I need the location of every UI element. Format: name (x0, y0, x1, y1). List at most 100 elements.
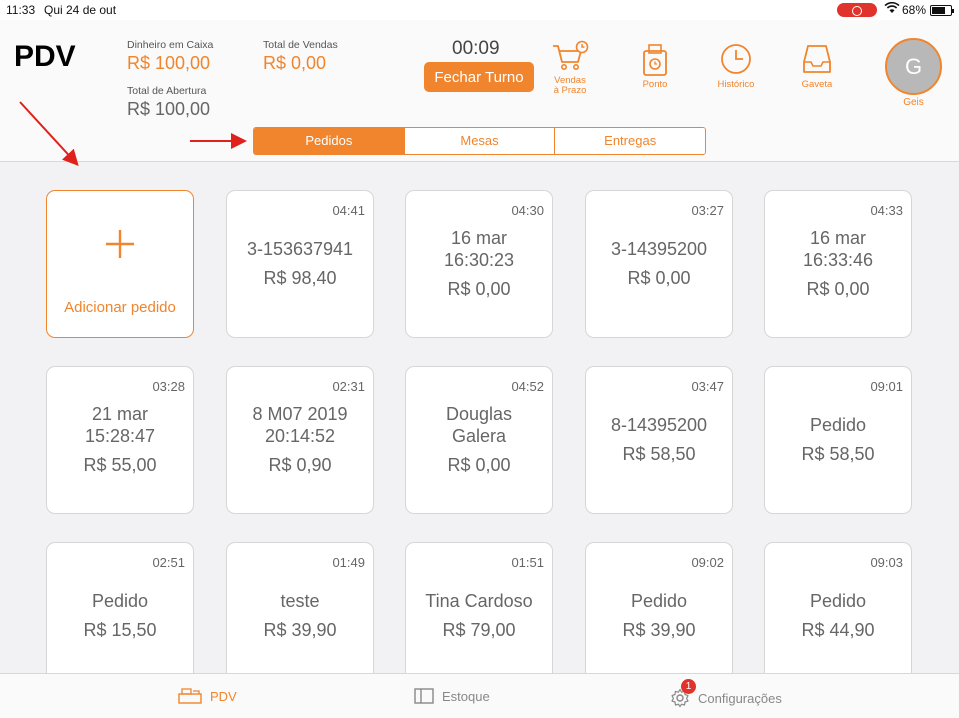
order-card[interactable]: 01:49 teste R$ 39,90 (226, 542, 374, 673)
history-button[interactable]: Histórico (710, 42, 762, 90)
order-elapsed-time: 03:47 (691, 379, 724, 394)
order-card[interactable]: 02:51 Pedido R$ 15,50 (46, 542, 194, 673)
sales-value: R$ 0,00 (263, 53, 327, 73)
order-name: 8 M07 2019 20:14:52 (252, 403, 348, 446)
order-name: 8-14395200 (610, 414, 708, 435)
register-icon (178, 688, 202, 704)
credit-sales-button[interactable]: Vendas à Prazo (547, 40, 593, 96)
plus-icon (47, 227, 193, 261)
order-name: Pedido (809, 414, 867, 435)
order-body: Pedido R$ 39,90 (586, 569, 732, 661)
clock-icon (721, 44, 751, 74)
order-card[interactable]: 03:28 21 mar 15:28:47 R$ 55,00 (46, 366, 194, 514)
order-value: R$ 0,00 (447, 278, 511, 299)
order-value: R$ 55,00 (83, 454, 157, 475)
order-card[interactable]: 03:27 3-14395200 R$ 0,00 (585, 190, 733, 338)
order-card[interactable]: 09:02 Pedido R$ 39,90 (585, 542, 733, 673)
order-body: Pedido R$ 58,50 (765, 393, 911, 485)
nav-stock[interactable]: Estoque (414, 688, 490, 704)
order-card[interactable]: 04:52 Douglas Galera R$ 0,00 (405, 366, 553, 514)
add-order-label: Adicionar pedido (64, 299, 176, 316)
order-value: R$ 0,00 (447, 454, 511, 475)
order-name: 16 mar 16:30:23 (443, 227, 515, 270)
order-body: Tina Cardoso R$ 79,00 (406, 569, 552, 661)
order-elapsed-time: 04:30 (511, 203, 544, 218)
order-body: 8 M07 2019 20:14:52 R$ 0,90 (227, 393, 373, 485)
order-body: teste R$ 39,90 (227, 569, 373, 661)
book-icon (414, 688, 434, 704)
order-name: 21 mar 15:28:47 (84, 403, 156, 446)
order-name: Pedido (630, 590, 688, 611)
order-body: 8-14395200 R$ 58,50 (586, 393, 732, 485)
wifi-icon (884, 1, 900, 17)
close-shift-button[interactable]: Fechar Turno (424, 62, 534, 92)
opening-value: R$ 100,00 (127, 99, 211, 119)
nav-pdv[interactable]: PDV (178, 688, 237, 704)
order-name: 3-14395200 (610, 238, 708, 259)
segment-tabs: Pedidos Mesas Entregas (253, 127, 706, 155)
order-value: R$ 0,00 (806, 278, 870, 299)
clock-in-button[interactable]: Ponto (630, 42, 680, 90)
order-elapsed-time: 01:51 (511, 555, 544, 570)
order-name: Tina Cardoso (425, 590, 533, 611)
header: PDV Dinheiro em Caixa R$ 100,00 Total de… (0, 20, 959, 162)
page-title: PDV (14, 40, 76, 73)
order-body: 16 mar 16:30:23 R$ 0,00 (406, 217, 552, 309)
order-body: 3-14395200 R$ 0,00 (586, 217, 732, 309)
cash-drawer-icon (803, 45, 831, 73)
order-card[interactable]: 04:30 16 mar 16:30:23 R$ 0,00 (405, 190, 553, 338)
order-elapsed-time: 01:49 (332, 555, 365, 570)
clock-in-label: Ponto (642, 79, 668, 90)
order-card[interactable]: 09:03 Pedido R$ 44,90 (764, 542, 912, 673)
orders-grid: Adicionar pedido 04:41 3-153637941 R$ 98,4… (0, 162, 959, 673)
order-body: Douglas Galera R$ 0,00 (406, 393, 552, 485)
nav-settings-label: Configurações (698, 690, 782, 706)
add-order-card[interactable]: Adicionar pedido (46, 190, 194, 338)
battery-percent: 68% (902, 3, 927, 17)
order-value: R$ 15,50 (83, 619, 157, 640)
order-value: R$ 39,90 (622, 619, 696, 640)
order-elapsed-time: 02:51 (152, 555, 185, 570)
order-body: Pedido R$ 44,90 (765, 569, 911, 661)
order-elapsed-time: 04:33 (870, 203, 903, 218)
shopping-cart-clock-icon (553, 40, 589, 70)
order-card[interactable]: 04:33 16 mar 16:33:46 R$ 0,00 (764, 190, 912, 338)
order-body: 3-153637941 R$ 98,40 (227, 217, 373, 309)
order-name: Douglas Galera (445, 403, 513, 446)
bottom-tab-bar: PDV Estoque Configurações 1 (0, 673, 959, 718)
order-body: 21 mar 15:28:47 R$ 55,00 (47, 393, 193, 485)
sales-label: Total de Vendas (263, 39, 338, 51)
credit-sales-label: Vendas à Prazo (553, 75, 587, 96)
tab-mesas[interactable]: Mesas (404, 128, 556, 154)
opening-label: Total de Abertura (127, 85, 207, 97)
status-time: 11:33 (6, 3, 36, 17)
order-elapsed-time: 03:27 (691, 203, 724, 218)
order-name: teste (280, 590, 320, 611)
order-value: R$ 98,40 (263, 267, 337, 288)
order-card[interactable]: 04:41 3-153637941 R$ 98,40 (226, 190, 374, 338)
cash-value: R$ 100,00 (127, 53, 211, 73)
order-value: R$ 58,50 (622, 443, 696, 464)
order-name: Pedido (91, 590, 149, 611)
notification-badge: 1 (681, 679, 696, 694)
nav-stock-label: Estoque (442, 688, 490, 704)
order-card[interactable]: 03:47 8-14395200 R$ 58,50 (585, 366, 733, 514)
order-card[interactable]: 09:01 Pedido R$ 58,50 (764, 366, 912, 514)
tab-pedidos[interactable]: Pedidos (254, 128, 405, 154)
order-elapsed-time: 09:03 (870, 555, 903, 570)
order-elapsed-time: 02:31 (332, 379, 365, 394)
order-card[interactable]: 01:51 Tina Cardoso R$ 79,00 (405, 542, 553, 673)
user-avatar[interactable]: G (885, 38, 942, 95)
order-value: R$ 79,00 (442, 619, 516, 640)
order-value: R$ 44,90 (801, 619, 875, 640)
status-bar: 11:33 Qui 24 de out 68% (0, 0, 959, 20)
order-elapsed-time: 03:28 (152, 379, 185, 394)
order-name: 3-153637941 (246, 238, 354, 259)
order-value: R$ 0,90 (268, 454, 332, 475)
order-body: 16 mar 16:33:46 R$ 0,00 (765, 217, 911, 309)
tab-entregas[interactable]: Entregas (555, 128, 705, 154)
order-elapsed-time: 04:52 (511, 379, 544, 394)
drawer-button[interactable]: Gaveta (792, 42, 842, 90)
shift-timer: 00:09 (452, 38, 500, 59)
order-card[interactable]: 02:31 8 M07 2019 20:14:52 R$ 0,90 (226, 366, 374, 514)
